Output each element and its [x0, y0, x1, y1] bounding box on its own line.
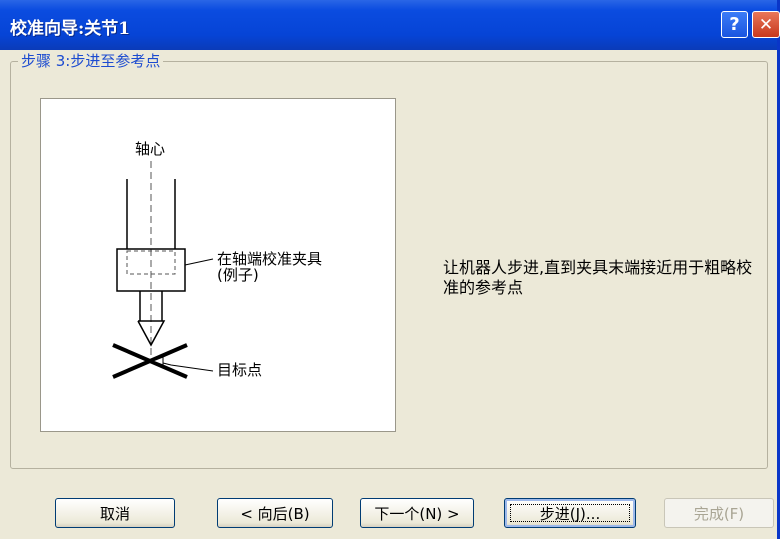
fixture-label-line2: (例子): [217, 266, 259, 284]
back-button[interactable]: < 向后(B): [217, 498, 333, 528]
title-bar[interactable]: 校准向导:关节1 ? ✕: [0, 0, 780, 50]
help-button[interactable]: ?: [721, 11, 748, 38]
window-title: 校准向导:关节1: [10, 19, 131, 39]
next-button[interactable]: 下一个(N) >: [360, 498, 474, 528]
target-label: 目标点: [217, 361, 263, 379]
calibration-wizard-dialog: 校准向导:关节1 ? ✕ 步骤 3:步进至参考点 轴心 在轴端校准夹具 (例子)…: [0, 0, 780, 539]
help-icon: ?: [729, 14, 740, 35]
close-button[interactable]: ✕: [752, 11, 780, 38]
finish-button[interactable]: 完成(F): [664, 498, 774, 528]
step-description: 让机器人步进,直到夹具末端接近用于粗略校准的参考点: [443, 258, 753, 297]
jog-button[interactable]: 步进(J)...: [504, 498, 636, 528]
close-icon: ✕: [758, 14, 774, 35]
step-title: 步骤 3:步进至参考点: [18, 50, 164, 71]
focus-ring: [510, 504, 630, 522]
axis-label: 轴心: [135, 140, 166, 158]
diagram-panel: 轴心 在轴端校准夹具 (例子) 目标点: [40, 98, 396, 432]
cancel-button[interactable]: 取消: [55, 498, 175, 528]
fixture-leader-line: [184, 258, 214, 266]
